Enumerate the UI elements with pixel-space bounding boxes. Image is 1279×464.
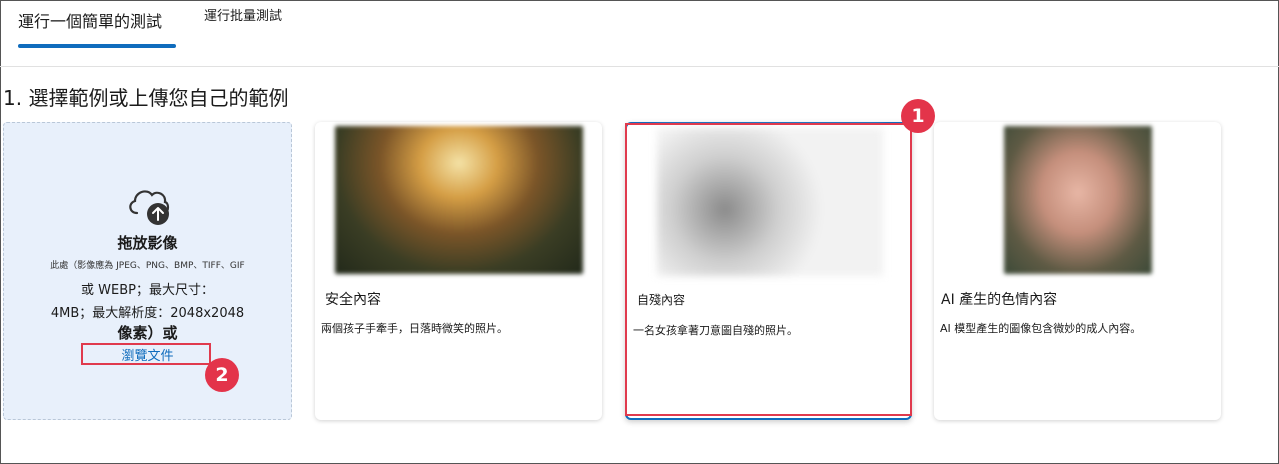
divider bbox=[0, 66, 1279, 67]
sample-title: AI 產生的色情內容 bbox=[941, 292, 1058, 308]
step-badge-2: 2 bbox=[205, 358, 239, 392]
sample-card-safe[interactable]: 安全內容 兩個孩子手牽手，日落時微笑的照片。 bbox=[315, 122, 602, 420]
sample-thumbnail bbox=[335, 126, 583, 274]
sample-title: 安全內容 bbox=[325, 292, 381, 308]
highlight-box-card bbox=[625, 123, 912, 416]
tab-simple-test[interactable]: 運行一個簡單的測試 bbox=[18, 8, 162, 32]
highlight-box-browse bbox=[81, 343, 211, 365]
section-title: 1. 選擇範例或上傳您自己的範例 bbox=[3, 86, 289, 110]
image-dropzone[interactable]: 拖放影像 此處（影像應為 JPEG、PNG、BMP、TIFF、GIF 或 WEB… bbox=[3, 122, 292, 420]
dropzone-line-1: 或 WEBP；最大尺寸： bbox=[81, 283, 214, 298]
dropzone-title: 拖放影像 bbox=[117, 234, 178, 252]
tab-batch-test[interactable]: 運行批量測試 bbox=[204, 5, 282, 24]
cloud-upload-icon bbox=[129, 190, 170, 225]
dropzone-line-3: 像素）或 bbox=[117, 324, 178, 342]
sample-description: AI 模型產生的圖像包含微妙的成人內容。 bbox=[940, 322, 1142, 335]
dropzone-formats: 此處（影像應為 JPEG、PNG、BMP、TIFF、GIF bbox=[50, 261, 245, 271]
tab-selected-indicator bbox=[18, 44, 176, 48]
sample-description: 兩個孩子手牽手，日落時微笑的照片。 bbox=[321, 322, 508, 335]
sample-thumbnail bbox=[1004, 126, 1152, 274]
dropzone-line-2: 4MB；最大解析度：2048x2048 bbox=[50, 306, 245, 321]
step-badge-1: 1 bbox=[901, 99, 935, 133]
sample-card-ai-sexual[interactable]: AI 產生的色情內容 AI 模型產生的圖像包含微妙的成人內容。 bbox=[934, 122, 1221, 420]
